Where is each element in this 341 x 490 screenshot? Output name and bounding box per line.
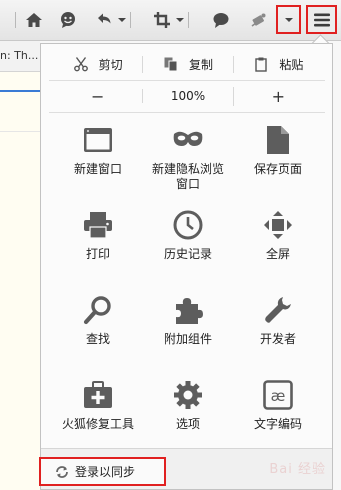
addons-label: 附加组件 <box>163 332 212 346</box>
chevron-down-icon <box>176 18 184 22</box>
zoom-in-button[interactable]: + <box>232 86 323 106</box>
history-icon <box>173 210 203 240</box>
print-label: 打印 <box>85 247 110 261</box>
find-button[interactable]: 查找 <box>53 290 143 375</box>
addons-icon <box>176 298 203 324</box>
zoom-controls: − 100% + <box>53 84 323 108</box>
panel-divider <box>49 80 325 81</box>
paste-label: 粘贴 <box>279 57 304 72</box>
repair-tool-icon <box>84 381 112 408</box>
browser-toolbar <box>0 0 341 41</box>
new-private-window-label: 新建隐私浏览窗口 <box>151 162 224 191</box>
chevron-down-icon <box>284 17 293 22</box>
home-icon <box>26 13 42 27</box>
sign-in-to-sync-button[interactable]: 登录以同步 <box>39 457 166 486</box>
home-button[interactable] <box>22 8 46 32</box>
menu-icon <box>313 13 330 26</box>
cut-label: 剪切 <box>98 57 123 72</box>
comment-icon <box>213 13 229 28</box>
panel-divider <box>49 112 325 113</box>
copy-label: 复制 <box>188 57 213 72</box>
print-icon <box>84 212 112 239</box>
svg-text:æ: æ <box>271 387 286 405</box>
developer-icon <box>265 297 291 323</box>
new-window-label: 新建窗口 <box>73 162 122 176</box>
new-window-icon <box>84 128 112 152</box>
comment-button[interactable] <box>209 8 233 32</box>
page-tab-snippet[interactable]: n: Th... <box>0 41 40 72</box>
developer-button[interactable]: 开发者 <box>233 290 323 375</box>
zoom-level: 100% <box>170 89 206 103</box>
sign-in-label: 登录以同步 <box>75 465 136 479</box>
copy-icon <box>164 57 178 72</box>
extension-button[interactable] <box>247 8 271 32</box>
undo-icon <box>98 13 111 24</box>
fullscreen-icon <box>264 211 292 239</box>
crop-icon <box>154 12 170 28</box>
extension-icon <box>251 13 266 27</box>
chat-button[interactable] <box>56 8 80 32</box>
save-page-button[interactable]: 保存页面 <box>233 120 323 205</box>
clipboard-icon <box>255 57 268 72</box>
find-icon <box>83 296 111 325</box>
undo-button[interactable] <box>92 8 116 32</box>
menu-items-grid: 新建窗口 新建隐私浏览窗口 保存页面 打印 历史记录 全屏 查找 附加组件 开发… <box>53 120 323 460</box>
watermark: Bai 经验 <box>269 462 326 477</box>
page-divider <box>0 131 40 132</box>
chat-icon <box>61 12 75 28</box>
sync-icon <box>56 465 68 478</box>
text-encoding-icon: æ <box>263 380 293 410</box>
new-private-window-button[interactable]: 新建隐私浏览窗口 <box>143 120 233 205</box>
toolbar-separator <box>15 12 16 28</box>
paste-button[interactable]: 粘贴 <box>232 55 323 73</box>
new-window-button[interactable]: 新建窗口 <box>53 120 143 205</box>
private-mask-icon <box>173 131 203 146</box>
chevron-down-icon <box>118 18 126 22</box>
toolbar-overflow-dropdown[interactable] <box>276 5 301 34</box>
print-button[interactable]: 打印 <box>53 205 143 290</box>
addons-button[interactable]: 附加组件 <box>143 290 233 375</box>
edit-controls: 剪切 复制 粘贴 <box>53 52 323 76</box>
options-gear-icon <box>174 381 202 409</box>
toolbar-separator <box>130 12 131 28</box>
history-button[interactable]: 历史记录 <box>143 205 233 290</box>
minus-icon: − <box>90 86 105 106</box>
find-label: 查找 <box>85 332 110 346</box>
history-label: 历史记录 <box>163 247 212 261</box>
toolbar-separator <box>188 12 189 28</box>
scissors-icon <box>73 57 88 72</box>
options-label: 选项 <box>175 417 200 431</box>
page-accent-line <box>0 90 40 92</box>
developer-label: 开发者 <box>259 332 296 346</box>
fullscreen-button[interactable]: 全屏 <box>233 205 323 290</box>
panel-footer: 登录以同步 Bai 经验 <box>39 448 332 489</box>
crop-dropdown[interactable] <box>174 8 186 32</box>
cut-button[interactable]: 剪切 <box>53 56 142 73</box>
main-menu-panel: 剪切 复制 粘贴 − 100% + 新建窗口 新建隐私浏览窗口 保存页面 打印 … <box>39 43 333 490</box>
crop-button[interactable] <box>150 8 174 32</box>
text-encoding-label: 文字编码 <box>253 417 302 431</box>
save-page-icon <box>267 126 289 154</box>
undo-dropdown[interactable] <box>116 8 128 32</box>
copy-button[interactable]: 复制 <box>142 55 232 73</box>
zoom-reset-button[interactable]: 100% <box>142 89 232 103</box>
plus-icon: + <box>271 86 286 106</box>
fullscreen-label: 全屏 <box>265 247 290 261</box>
zoom-out-button[interactable]: − <box>53 87 142 106</box>
save-page-label: 保存页面 <box>253 162 302 176</box>
open-menu-button[interactable] <box>306 5 337 34</box>
page-content-background <box>0 41 40 490</box>
repair-tool-label: 火狐修复工具 <box>61 417 134 431</box>
